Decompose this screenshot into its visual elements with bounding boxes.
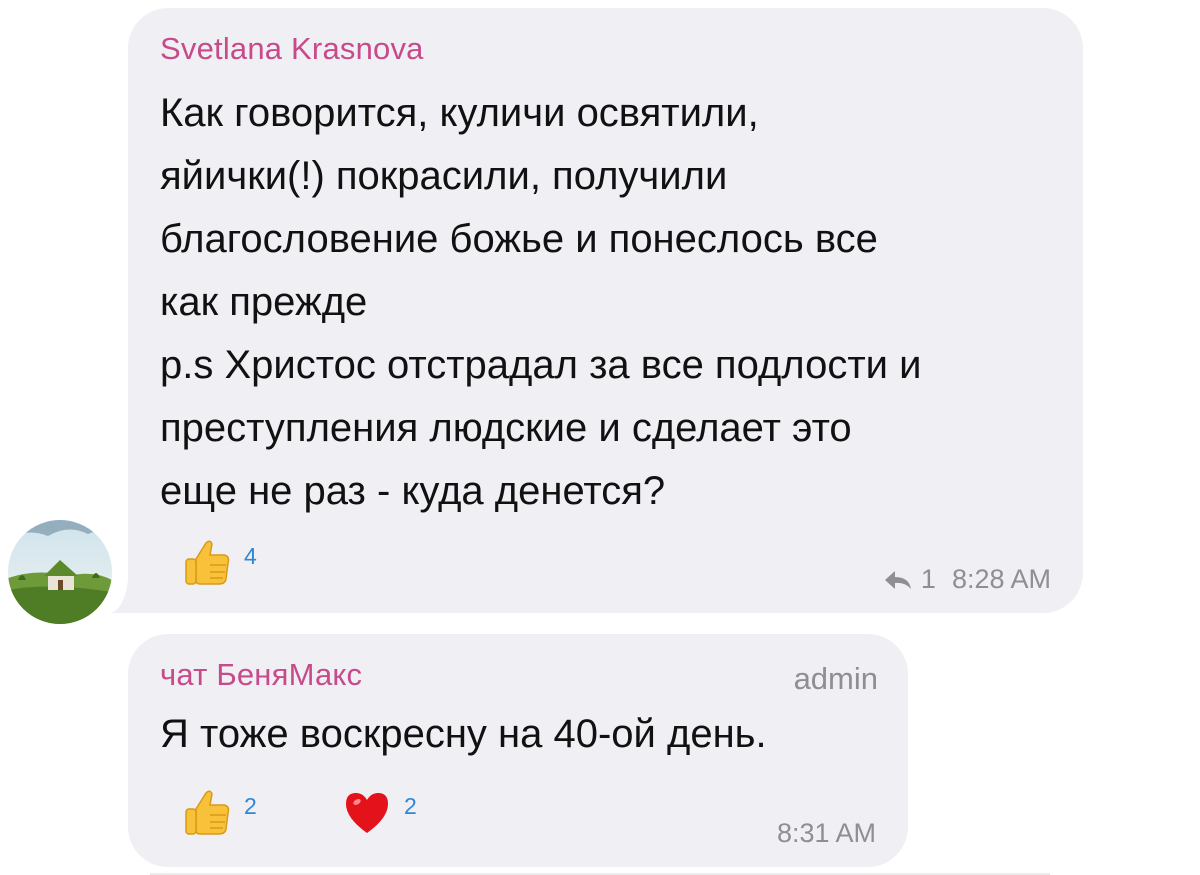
message-line: как прежде [160,280,368,324]
admin-badge: admin [793,661,878,696]
message-line: Я тоже воскресну на 40-ой день. [160,712,767,756]
message-time: 8:31 AM [776,818,876,848]
message-line: преступления людские и сделает это [160,406,852,450]
chat-view: Svetlana Krasnova Как говорится, куличи … [0,0,1200,875]
sender-name[interactable]: Svetlana Krasnova [160,31,424,67]
message-line: p.s Христос отстрадал за все подлости и [160,343,922,387]
message-line: Как говорится, куличи освятили, [160,91,759,135]
avatar[interactable] [8,520,112,624]
message-text: Я тоже воскресну на 40-ой день. [160,703,900,766]
heart-icon [346,793,388,833]
message-line: благословение божье и понеслось все [160,217,878,261]
message-bubble[interactable]: Svetlana Krasnova Как говорится, куличи … [128,8,1083,613]
avatar-landscape-image [8,520,112,624]
reaction-thumbs-up[interactable]: 4 [180,535,257,589]
message-meta: 8:31 AM [777,818,876,849]
message-meta: 1 8:28 AM [883,564,1051,595]
thumbs-up-icon [185,540,230,585]
reply-icon[interactable] [883,569,913,591]
message-bubble[interactable]: чат БеняМакс admin Я тоже воскресну на 4… [128,634,908,867]
message-line: еще не раз - куда денется? [160,469,666,513]
reaction-count: 4 [244,542,257,569]
reply-count[interactable]: 1 [921,564,936,595]
thumbs-up-icon [185,790,230,835]
message-text: Как говорится, куличи освятили, яйички(!… [160,82,1060,523]
reaction-count: 2 [404,792,417,819]
reaction-thumbs-up[interactable]: 2 [180,785,257,839]
message-time: 8:28 AM [951,564,1051,594]
sender-name[interactable]: чат БеняМакс [160,657,362,693]
reaction-count: 2 [244,792,257,819]
message-line: яйички(!) покрасили, получили [160,154,728,198]
reaction-heart[interactable]: 2 [340,785,417,839]
